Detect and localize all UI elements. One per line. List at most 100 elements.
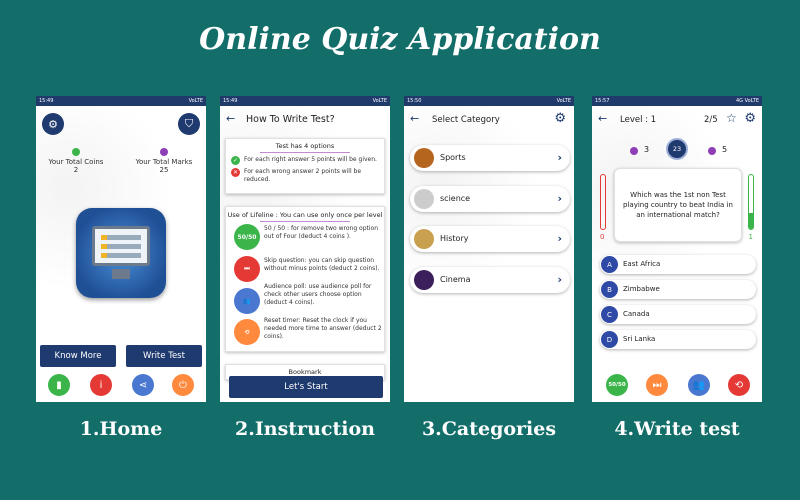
category-row-cinema[interactable]: Cinema › — [410, 267, 570, 293]
history-thumbnail — [414, 229, 434, 249]
bookmark-heading: Bookmark — [288, 368, 322, 376]
option-text: Zimbabwe — [623, 285, 660, 293]
option-c[interactable]: C Canada — [600, 305, 756, 324]
settings-gear-icon[interactable]: ⚙ — [554, 111, 566, 126]
category-label: History — [440, 234, 469, 243]
option-letter: A — [601, 256, 618, 273]
audience-poll-button[interactable]: 👥 — [688, 374, 710, 396]
skip-icon: ⏭ — [234, 256, 260, 282]
share-icon: ⋖ — [138, 379, 148, 391]
skip-button[interactable]: ⏭ — [646, 374, 668, 396]
coins-value: 2 — [73, 166, 79, 174]
timer-circle: 23 — [666, 138, 688, 160]
fifty-fifty-icon: 50/50 — [234, 224, 260, 250]
chevron-right-icon: › — [557, 192, 562, 205]
right-bar — [748, 174, 754, 230]
option-text: Sri Lanka — [623, 335, 656, 343]
science-thumbnail — [414, 189, 434, 209]
check-icon: ✓ — [231, 156, 240, 165]
chevron-right-icon: › — [557, 232, 562, 245]
marks-icon — [708, 147, 716, 155]
audience-poll-icon: 👥 — [234, 288, 260, 314]
category-row-history[interactable]: History › — [410, 226, 570, 252]
lifeline-card: Use of Lifeline : You can use only once … — [225, 206, 385, 352]
checklist-icon — [92, 226, 150, 266]
option-b[interactable]: B Zimbabwe — [600, 280, 756, 299]
option-d[interactable]: D Sri Lanka — [600, 330, 756, 349]
option-letter: C — [601, 306, 618, 323]
reset-text: Reset timer: Reset the clock if you need… — [264, 317, 382, 340]
screen-title: How To Write Test? — [246, 114, 335, 125]
caption-home: 1.Home — [79, 418, 163, 440]
options-card: Test has 4 options ✓ For each right answ… — [225, 138, 385, 194]
bookmark-button[interactable]: ▮ — [48, 374, 70, 396]
skip-icon: ⏭ — [652, 379, 662, 391]
marks-icon — [160, 148, 168, 156]
categories-screen: 15:50 VoLTE ← Select Category ⚙ Sports › … — [404, 96, 574, 402]
lifeline-bar: 50/50 ⏭ 👥 ⟲ — [592, 368, 762, 402]
option-letter: D — [601, 331, 618, 348]
lifeline-heading: Use of Lifeline : You can use only once … — [227, 211, 383, 219]
cross-icon: ✕ — [231, 168, 240, 177]
fifty-fifty-button[interactable]: 50/50 — [606, 374, 628, 396]
back-arrow-icon[interactable]: ← — [226, 112, 235, 125]
category-row-sports[interactable]: Sports › — [410, 145, 570, 171]
marks-value: 25 — [159, 166, 169, 174]
status-bar: 15:49 VoLTE — [220, 96, 390, 106]
screen-title: Select Category — [432, 115, 500, 125]
write-test-screen: 15:57 4G VoLTE ← Level : 1 2/5 ☆ ⚙ 3 23 5… — [592, 96, 762, 402]
info-icon: i — [99, 379, 103, 391]
option-text: Canada — [623, 310, 650, 318]
power-button[interactable]: ⏻ — [172, 374, 194, 396]
question-progress: 2/5 — [704, 115, 718, 125]
question-text: Which was the 1st non Test playing count… — [623, 191, 733, 219]
reset-timer-icon: ⟲ — [734, 379, 744, 391]
category-row-science[interactable]: science › — [410, 186, 570, 212]
status-bar: 15:50 VoLTE — [404, 96, 574, 106]
instruction-screen: 15:49 VoLTE ← How To Write Test? Test has… — [220, 96, 390, 402]
caption-write-test: 4.Write test — [614, 418, 740, 440]
settings-gear-icon[interactable]: ⚙ — [744, 111, 756, 126]
coins-block: Your Total Coins 2 — [46, 148, 106, 174]
audience-poll-icon: 👥 — [692, 379, 706, 391]
wrong-count: 0 — [600, 233, 605, 241]
marks-block: Your Total Marks 25 — [132, 148, 196, 174]
share-button[interactable]: ⋖ — [132, 374, 154, 396]
coins-label: Your Total Coins — [48, 158, 104, 166]
shield-icon: ⛉ — [184, 117, 194, 130]
power-icon: ⏻ — [179, 379, 187, 391]
caption-categories: 3.Categories — [421, 418, 557, 440]
coins-count: 3 — [644, 145, 650, 154]
page-title: Online Quiz Application — [199, 22, 601, 57]
chevron-right-icon: › — [557, 151, 562, 164]
bookmark-icon: ▮ — [56, 379, 62, 391]
option-text: East Africa — [623, 260, 661, 268]
star-icon[interactable]: ☆ — [726, 111, 737, 125]
privacy-button[interactable]: ⛉ — [178, 113, 200, 135]
gear-icon: ⚙ — [48, 117, 58, 131]
poll-text: Audience poll: use audience poll for che… — [264, 283, 372, 306]
caption-instruction: 2.Instruction — [235, 418, 375, 440]
option-letter: B — [601, 281, 618, 298]
option-a[interactable]: A East Africa — [600, 255, 756, 274]
chevron-right-icon: › — [557, 273, 562, 286]
know-more-button[interactable]: Know More — [40, 345, 116, 367]
reset-timer-button[interactable]: ⟲ — [728, 374, 750, 396]
marks-label: Your Total Marks — [135, 158, 193, 166]
marks-count: 5 — [722, 145, 728, 154]
back-arrow-icon[interactable]: ← — [598, 112, 607, 125]
coin-icon — [630, 147, 638, 155]
lets-start-button[interactable]: Let's Start — [229, 376, 383, 398]
app-logo — [76, 208, 166, 298]
info-button[interactable]: i — [90, 374, 112, 396]
level-label: Level : 1 — [620, 115, 657, 125]
settings-button[interactable]: ⚙ — [42, 113, 64, 135]
write-test-button[interactable]: Write Test — [126, 345, 202, 367]
category-label: Cinema — [440, 275, 471, 284]
wrong-answer-text: For each wrong answer 2 points will be r… — [244, 168, 362, 183]
status-bar: 15:57 4G VoLTE — [592, 96, 762, 106]
fifty-text: 50 / 50 : for remove two wrong option ou… — [264, 225, 379, 240]
back-arrow-icon[interactable]: ← — [410, 112, 419, 125]
sports-thumbnail — [414, 148, 434, 168]
category-label: science — [440, 194, 471, 203]
